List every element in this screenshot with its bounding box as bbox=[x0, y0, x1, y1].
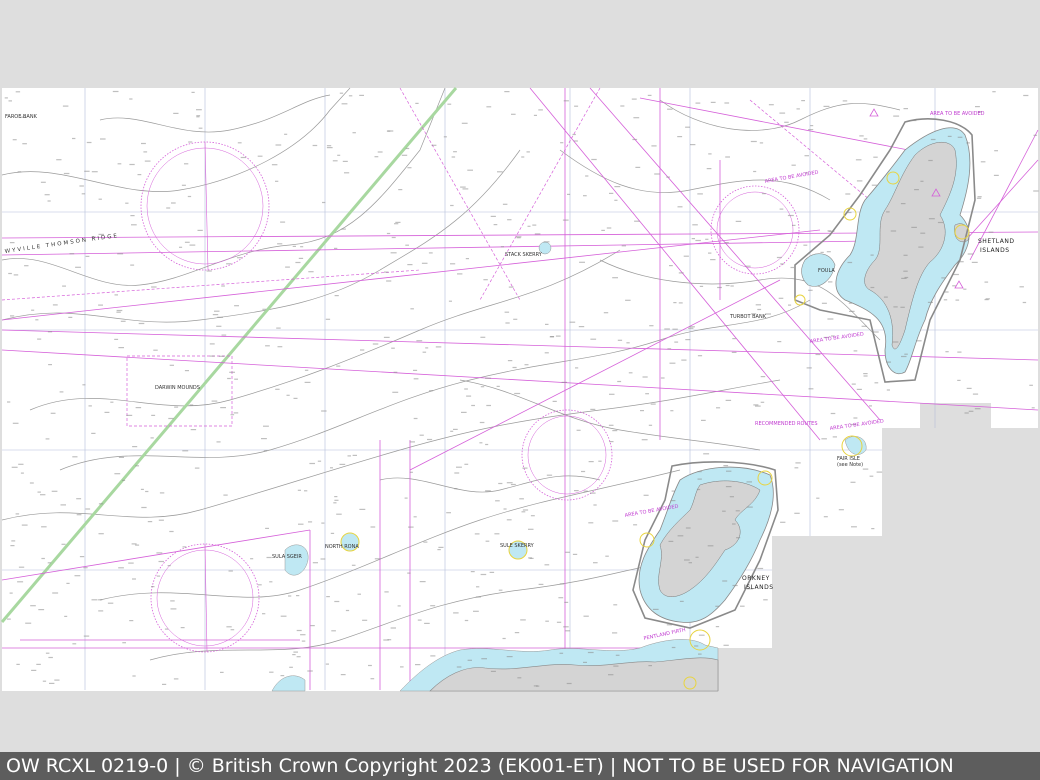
label-sule-skerry: SULE SKERRY bbox=[500, 543, 535, 549]
nautical-chart[interactable]: SHETLAND ISLANDS ORKNEY ISLANDS DARWIN M… bbox=[0, 0, 1040, 752]
label-darwin-mounds: DARWIN MOUNDS bbox=[155, 385, 200, 391]
copyright-footer: OW RCXL 0219-0 | © British Crown Copyrig… bbox=[0, 752, 1040, 780]
footer-text: OW RCXL 0219-0 | © British Crown Copyrig… bbox=[6, 755, 954, 777]
label-faroe-bank: FAROE BANK bbox=[5, 114, 38, 120]
label-orkney-islands: ISLANDS bbox=[744, 584, 774, 591]
label-recommended-routes: RECOMMENDED ROUTES bbox=[755, 421, 818, 427]
label-area-avoided-5: AREA TO BE AVOIDED bbox=[930, 111, 985, 117]
label-sula-sgeir: SULA SGEIR bbox=[272, 554, 302, 560]
label-shetland-islands: ISLANDS bbox=[980, 247, 1010, 254]
label-shetland: SHETLAND bbox=[978, 238, 1014, 245]
label-foula: FOULA bbox=[818, 268, 835, 274]
label-stack-skerry: STACK SKERRY bbox=[505, 252, 543, 258]
label-turbot-bank: TURBOT BANK bbox=[729, 314, 767, 320]
label-orkney: ORKNEY bbox=[742, 575, 770, 582]
label-fair-isle-sub: (see Note) bbox=[837, 462, 863, 468]
label-north-rona: NORTH RONA bbox=[325, 544, 359, 550]
